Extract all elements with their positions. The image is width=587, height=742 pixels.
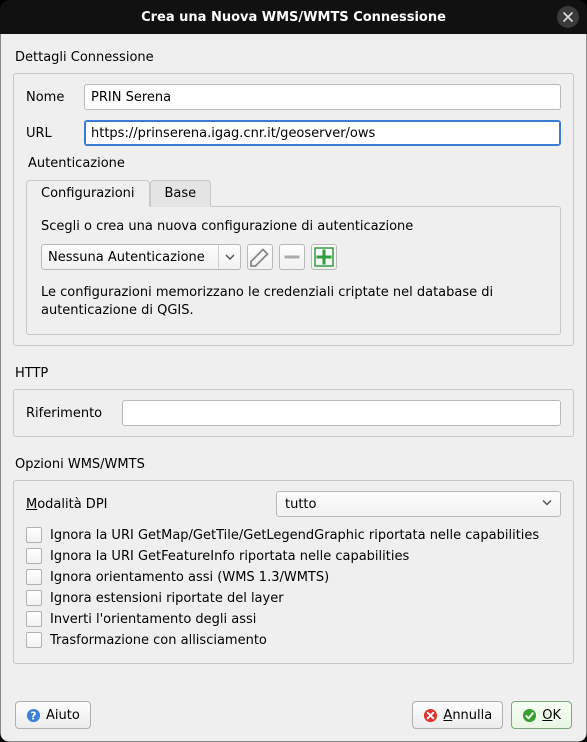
cancel-label: Annulla [443, 708, 492, 723]
ok-icon [522, 708, 537, 723]
help-label: Aiuto [46, 708, 80, 723]
check-ignore-getfeatureinfo[interactable] [26, 548, 42, 564]
tab-basic[interactable]: Base [150, 180, 212, 207]
ok-label: OK [542, 708, 561, 723]
wms-title: Opzioni WMS/WMTS [15, 457, 572, 472]
check-invert-axis[interactable] [26, 611, 42, 627]
auth-add-button[interactable] [311, 244, 337, 270]
check-label: Inverti l'orientamento degli assi [50, 612, 256, 627]
close-icon [563, 12, 573, 22]
minus-icon [280, 245, 304, 269]
chevron-down-icon [542, 497, 552, 512]
check-label: Ignora estensioni riportate del layer [50, 591, 284, 606]
close-button[interactable] [557, 6, 579, 28]
window-title: Crea una Nuova WMS/WMTS Connessione [141, 10, 446, 25]
svg-text:?: ? [31, 710, 37, 722]
ref-input[interactable] [122, 400, 561, 426]
auth-note: Le configurazioni memorizzano le credenz… [41, 284, 546, 320]
cancel-button[interactable]: Annulla [412, 701, 503, 729]
chevron-down-icon [218, 245, 240, 269]
auth-combo[interactable]: Nessuna Autenticazione [41, 244, 241, 270]
ref-label: Riferimento [26, 406, 122, 421]
details-title: Dettagli Connessione [15, 50, 572, 65]
help-button[interactable]: ? Aiuto [15, 701, 91, 729]
check-label: Ignora orientamento assi (WMS 1.3/WMTS) [50, 570, 329, 585]
name-input[interactable] [84, 84, 561, 110]
wms-group: Modalità DPI tutto Ignora la URI GetMap/… [13, 480, 574, 664]
check-ignore-extent[interactable] [26, 590, 42, 606]
auth-hint: Scegli o crea una nuova configurazione d… [41, 219, 546, 234]
check-ignore-getmap[interactable] [26, 527, 42, 543]
dpi-select[interactable]: tutto [276, 491, 561, 517]
http-group: Riferimento [13, 389, 574, 437]
url-label: URL [26, 126, 84, 141]
titlebar: Crea una Nuova WMS/WMTS Connessione [0, 0, 587, 34]
cancel-icon [423, 708, 438, 723]
http-title: HTTP [15, 366, 572, 381]
check-ignore-axis[interactable] [26, 569, 42, 585]
check-label: Ignora la URI GetMap/GetTile/GetLegendGr… [50, 528, 539, 543]
auth-title: Autenticazione [28, 156, 559, 171]
name-label: Nome [26, 90, 84, 105]
auth-tab-body: Scegli o crea una nuova configurazione d… [26, 206, 561, 335]
details-group: Nome URL Autenticazione Configurazioni B… [13, 73, 574, 346]
check-label: Ignora la URI GetFeatureInfo riportata n… [50, 549, 409, 564]
dpi-value: tutto [285, 497, 316, 512]
auth-combo-value: Nessuna Autenticazione [48, 250, 205, 265]
dpi-label: Modalità DPI [26, 497, 276, 512]
plus-icon [312, 245, 336, 269]
check-smooth-transform[interactable] [26, 632, 42, 648]
auth-tabbar: Configurazioni Base [26, 180, 561, 207]
ok-button[interactable]: OK [511, 701, 572, 729]
help-icon: ? [26, 708, 41, 723]
auth-edit-button[interactable] [247, 244, 273, 270]
url-input[interactable] [84, 120, 561, 146]
auth-remove-button[interactable] [279, 244, 305, 270]
pencil-icon [248, 245, 272, 269]
tab-configurations[interactable]: Configurazioni [26, 180, 150, 207]
check-label: Trasformazione con allisciamento [50, 633, 267, 648]
